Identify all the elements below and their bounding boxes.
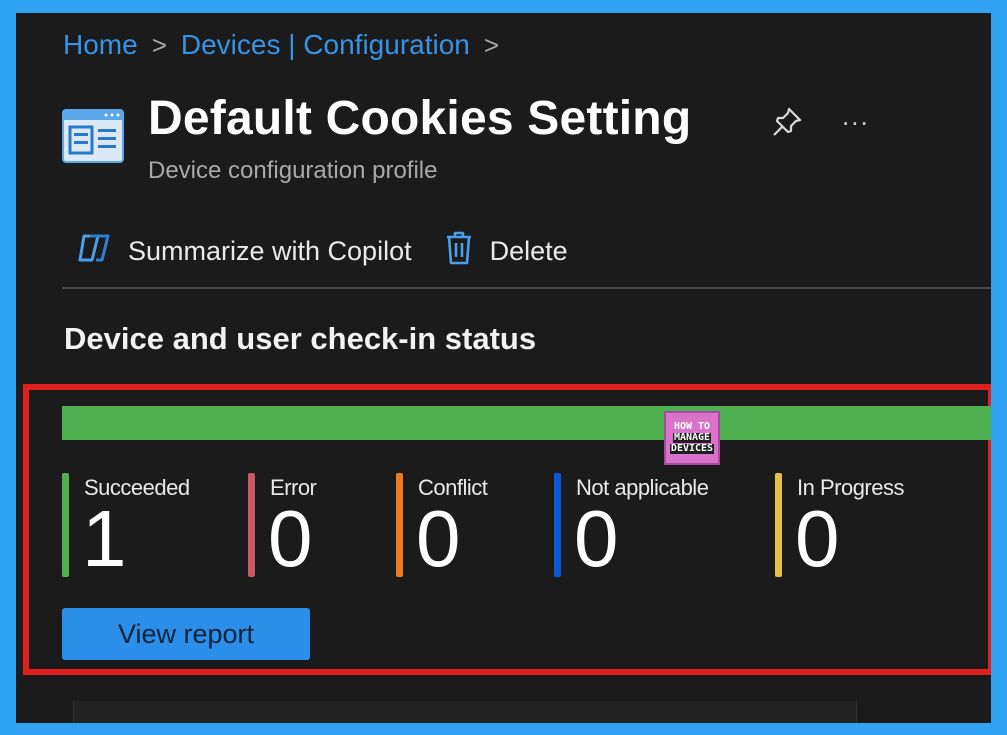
status-count: 0 — [795, 494, 840, 583]
check-in-status-heading: Device and user check-in status — [64, 321, 537, 356]
view-report-button[interactable]: View report — [62, 608, 310, 660]
status-color-bar — [554, 473, 561, 577]
how-to-manage-devices-logo: HOW TO MANAGE DEVICES — [664, 411, 720, 465]
pin-icon[interactable] — [770, 105, 804, 139]
status-count: 0 — [268, 494, 313, 583]
logo-text: DEVICES — [669, 443, 715, 454]
toolbar-divider — [62, 287, 991, 289]
status-count: 0 — [574, 494, 619, 583]
status-color-bar — [62, 473, 69, 577]
summarize-with-copilot-button[interactable]: Summarize with Copilot — [76, 232, 412, 271]
status-count: 1 — [82, 494, 127, 583]
next-card — [73, 701, 857, 723]
trash-icon — [444, 230, 474, 273]
copilot-icon — [76, 232, 112, 271]
status-color-bar — [396, 473, 403, 577]
status-progress-fill — [62, 406, 991, 440]
delete-button[interactable]: Delete — [444, 230, 568, 273]
more-options-icon[interactable]: ... — [842, 101, 870, 132]
breadcrumb-devices-configuration[interactable]: Devices | Configuration — [181, 29, 470, 61]
breadcrumb-separator: > — [483, 29, 500, 60]
status-color-bar — [248, 473, 255, 577]
breadcrumb-separator: > — [151, 29, 167, 60]
delete-label: Delete — [489, 235, 568, 266]
breadcrumb: Home > Devices | Configuration > — [63, 27, 499, 63]
configuration-profile-icon — [62, 109, 124, 163]
page-title: Default Cookies Setting — [148, 92, 692, 145]
page-subtitle: Device configuration profile — [148, 157, 438, 184]
screen: Home > Devices | Configuration > Default… — [16, 13, 991, 723]
status-progress-bar — [62, 406, 991, 440]
command-bar: Summarize with Copilot Delete — [76, 231, 568, 271]
status-count: 0 — [416, 494, 461, 583]
logo-text: HOW TO — [673, 421, 711, 432]
status-color-bar — [775, 473, 782, 577]
logo-text: MANAGE — [672, 432, 712, 443]
breadcrumb-home[interactable]: Home — [63, 29, 138, 61]
copilot-label: Summarize with Copilot — [128, 235, 412, 266]
